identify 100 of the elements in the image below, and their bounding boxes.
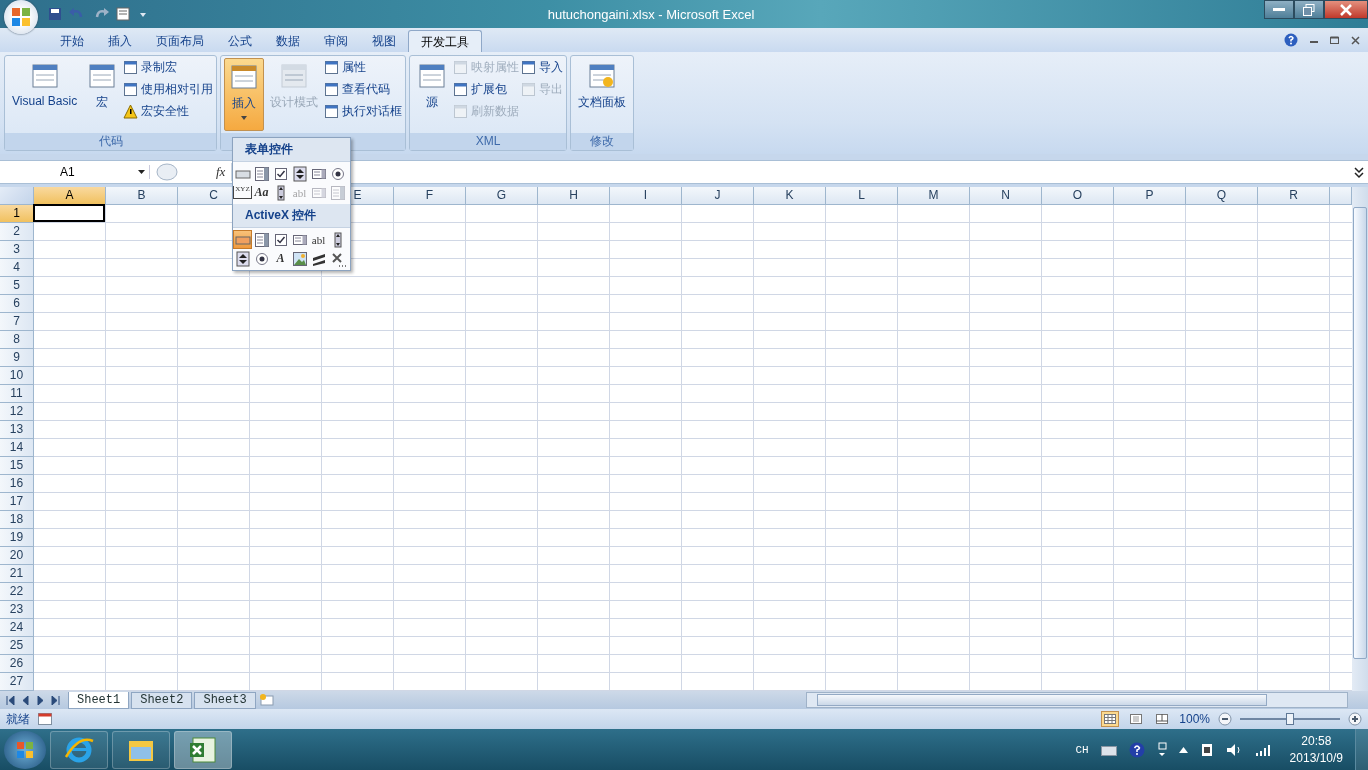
row-header[interactable]: 24 <box>0 619 34 637</box>
ribbon-tab[interactable]: 开发工具 <box>408 30 482 52</box>
row-header[interactable]: 7 <box>0 313 34 331</box>
control-option[interactable] <box>290 164 309 183</box>
row-header[interactable]: 8 <box>0 331 34 349</box>
row-header[interactable]: 15 <box>0 457 34 475</box>
ribbon-tab[interactable]: 开始 <box>48 30 96 52</box>
row-header[interactable]: 17 <box>0 493 34 511</box>
column-header[interactable]: F <box>394 187 466 205</box>
column-header[interactable]: R <box>1258 187 1330 205</box>
help-icon[interactable] <box>1284 33 1298 47</box>
ribbon-button[interactable]: 扩展包 <box>453 80 520 99</box>
ribbon-tab[interactable]: 公式 <box>216 30 264 52</box>
row-header[interactable]: 11 <box>0 385 34 403</box>
input-language[interactable]: CH <box>1075 743 1089 756</box>
macro-record-icon[interactable] <box>38 713 52 725</box>
row-header[interactable]: 2 <box>0 223 34 241</box>
active-cell[interactable] <box>33 204 105 222</box>
vertical-scrollbar[interactable] <box>1352 187 1368 691</box>
sheet-tab[interactable]: Sheet3 <box>194 691 256 709</box>
column-header[interactable]: O <box>1042 187 1114 205</box>
control-option[interactable]: Aa <box>252 183 271 202</box>
sheet-nav-icon[interactable] <box>6 695 15 705</box>
close-button[interactable] <box>1324 0 1368 19</box>
column-header[interactable]: L <box>826 187 898 205</box>
ribbon-tab[interactable]: 审阅 <box>312 30 360 52</box>
ribbon-button[interactable]: 文档面板 <box>574 58 631 131</box>
column-header[interactable]: I <box>610 187 682 205</box>
name-box[interactable]: A1 <box>0 165 150 179</box>
row-header[interactable]: 9 <box>0 349 34 367</box>
column-header[interactable]: H <box>538 187 610 205</box>
sheet-nav-icon[interactable] <box>51 695 60 705</box>
ribbon-button[interactable]: 宏 <box>83 58 122 131</box>
column-header[interactable]: Q <box>1186 187 1258 205</box>
control-option[interactable]: abl <box>309 230 328 249</box>
ribbon-button[interactable]: 源 <box>413 58 452 131</box>
sheet-tab[interactable]: Sheet1 <box>68 691 130 709</box>
row-header[interactable]: 3 <box>0 241 34 259</box>
row-header[interactable]: 25 <box>0 637 34 655</box>
taskbar-app[interactable] <box>174 730 232 769</box>
row-header[interactable]: 12 <box>0 403 34 421</box>
clock-date[interactable]: 2013/10/9 <box>1289 749 1343 767</box>
ribbon-tab[interactable]: 插入 <box>96 30 144 52</box>
restore-icon[interactable] <box>1330 36 1339 44</box>
row-header[interactable]: 19 <box>0 529 34 547</box>
clock-time[interactable]: 20:58 <box>1301 732 1332 750</box>
column-header[interactable]: P <box>1114 187 1186 205</box>
row-header[interactable]: 23 <box>0 601 34 619</box>
row-header[interactable]: 21 <box>0 565 34 583</box>
save-icon[interactable] <box>48 7 62 21</box>
ribbon-button[interactable]: 执行对话框 <box>324 102 403 121</box>
control-option[interactable] <box>233 249 252 268</box>
row-header[interactable]: 4 <box>0 259 34 277</box>
row-header[interactable]: 14 <box>0 439 34 457</box>
taskbar-app[interactable] <box>112 730 170 769</box>
row-header[interactable]: 20 <box>0 547 34 565</box>
control-option[interactable]: A <box>271 249 290 268</box>
ribbon-button[interactable]: 导入 <box>521 58 564 77</box>
column-header[interactable]: M <box>898 187 970 205</box>
minimize-button[interactable] <box>1264 0 1294 19</box>
restore-button[interactable] <box>1294 0 1324 19</box>
row-header[interactable]: 26 <box>0 655 34 673</box>
zoom-in-icon[interactable] <box>1348 712 1362 726</box>
row-header[interactable]: 10 <box>0 367 34 385</box>
view-button[interactable] <box>1101 711 1120 727</box>
expand-icon[interactable] <box>1354 165 1364 179</box>
show-hidden-icon[interactable] <box>1178 746 1188 753</box>
column-header[interactable]: J <box>682 187 754 205</box>
ribbon-button[interactable]: 宏安全性 <box>123 102 214 121</box>
row-header[interactable]: 22 <box>0 583 34 601</box>
help-icon[interactable] <box>1128 741 1145 758</box>
office-button[interactable] <box>4 0 38 34</box>
row-header[interactable]: 6 <box>0 295 34 313</box>
zoom-out-icon[interactable] <box>1218 712 1232 726</box>
ribbon-tab[interactable]: 视图 <box>360 30 408 52</box>
row-header[interactable]: 16 <box>0 475 34 493</box>
close-icon[interactable] <box>1351 35 1360 45</box>
row-header[interactable]: 27 <box>0 673 34 691</box>
ribbon-button[interactable]: 查看代码 <box>324 80 403 99</box>
row-header[interactable]: 5 <box>0 277 34 295</box>
ribbon-button[interactable]: 录制宏 <box>123 58 214 77</box>
column-header[interactable]: B <box>106 187 178 205</box>
horizontal-scrollbar[interactable] <box>806 692 1348 708</box>
start-button[interactable] <box>4 730 46 769</box>
row-header[interactable]: 18 <box>0 511 34 529</box>
ribbon-button[interactable]: Visual Basic <box>8 58 82 131</box>
zoom-slider-thumb[interactable] <box>1286 713 1294 725</box>
ribbon-tab[interactable]: 数据 <box>264 30 312 52</box>
ribbon-button[interactable]: 使用相对引用 <box>123 80 214 99</box>
ribbon-button[interactable]: 属性 <box>324 58 403 77</box>
insert-function-button[interactable]: fx <box>216 164 226 180</box>
print-preview-icon[interactable] <box>116 7 132 21</box>
column-header[interactable]: K <box>754 187 826 205</box>
column-header[interactable]: N <box>970 187 1042 205</box>
zoom-level[interactable]: 100% <box>1179 712 1210 726</box>
row-header[interactable]: 1 <box>0 205 34 223</box>
column-header[interactable]: A <box>34 187 106 205</box>
taskbar-app[interactable] <box>50 730 108 769</box>
row-header[interactable]: 13 <box>0 421 34 439</box>
signal-icon[interactable] <box>1255 743 1272 756</box>
